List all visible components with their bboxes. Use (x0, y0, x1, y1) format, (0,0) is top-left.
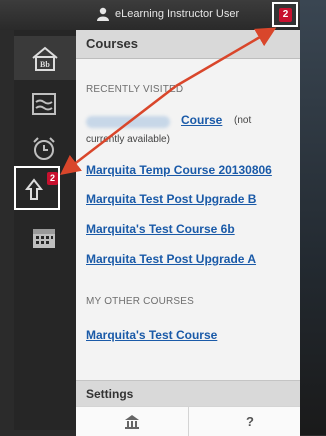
user-silhouette-icon (97, 7, 109, 21)
settings-row: ? (76, 406, 300, 436)
course-link[interactable]: Marquita Test Post Upgrade B (86, 192, 256, 206)
rail-item-courses[interactable]: Bb (14, 36, 76, 80)
institution-icon[interactable] (124, 414, 140, 430)
course-link[interactable]: Marquita's Test Course 6b (86, 222, 235, 236)
unavailable-note: (not (234, 115, 252, 126)
user-name[interactable]: eLearning Instructor User (115, 8, 239, 20)
divider (188, 407, 189, 436)
rail-item-updates[interactable]: 2 (14, 166, 60, 210)
alarm-clock-icon (33, 137, 55, 160)
course-link[interactable]: Marquita's Test Course (86, 328, 217, 342)
unavailable-course-link[interactable]: Course (181, 113, 222, 127)
course-link[interactable]: Marquita Test Post Upgrade A (86, 252, 256, 266)
courses-panel: Courses RECENTLY VISITED Course (not cur… (76, 30, 300, 436)
settings-header: Settings (76, 380, 300, 406)
svg-text:Bb: Bb (40, 60, 50, 69)
background-strip (300, 0, 326, 435)
updates-badge: 2 (47, 172, 58, 185)
top-bar: eLearning Instructor User 2 (0, 0, 326, 30)
other-courses-label: MY OTHER COURSES (86, 296, 195, 307)
panel-title: Courses (76, 30, 300, 59)
notification-button[interactable]: 2 (272, 2, 298, 27)
redacted-course-name (86, 116, 170, 128)
course-link[interactable]: Marquita Temp Course 20130806 (86, 163, 272, 177)
stream-icon (32, 93, 56, 115)
help-button[interactable]: ? (246, 414, 254, 429)
notification-badge: 2 (279, 8, 292, 22)
calendar-icon (33, 229, 55, 248)
rail-item-stream[interactable] (14, 82, 76, 126)
recently-visited-label: RECENTLY VISITED (86, 84, 184, 95)
rail-item-calendar[interactable] (14, 216, 76, 260)
icon-rail: Bb (14, 30, 76, 430)
rail-item-due-dates[interactable] (14, 126, 76, 170)
unavailable-note-cont: currently available) (86, 134, 170, 145)
blackboard-home-icon: Bb (32, 46, 58, 71)
updates-icon (25, 178, 44, 200)
